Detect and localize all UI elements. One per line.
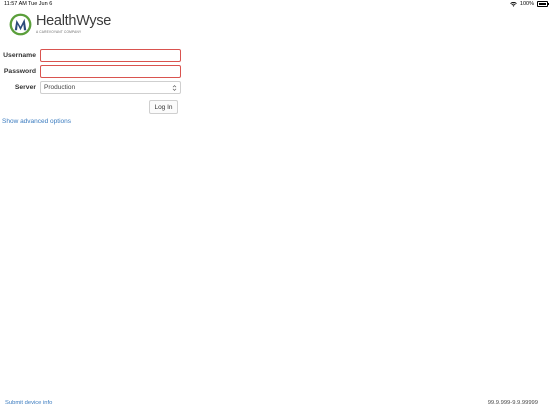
- username-label: Username: [3, 52, 36, 59]
- status-time: 11:57 AM: [4, 1, 27, 7]
- server-selected-value: Production: [44, 84, 76, 91]
- status-right: 100%: [510, 1, 549, 7]
- select-arrows-icon: [172, 85, 177, 91]
- healthwyse-logo: HealthWyse A CAREVOYANT COMPANY: [9, 13, 111, 36]
- login-button[interactable]: Log In: [149, 100, 178, 114]
- submit-device-info-link[interactable]: Submit device info: [5, 400, 52, 406]
- username-input[interactable]: [40, 49, 181, 62]
- logo-name: HealthWyse: [36, 13, 112, 29]
- server-select[interactable]: Production: [40, 81, 181, 94]
- show-advanced-options-link[interactable]: Show advanced options: [2, 118, 71, 125]
- server-label: Server: [14, 84, 36, 91]
- logo-text: HealthWyse A CAREVOYANT COMPANY: [36, 13, 112, 35]
- logo-tagline: A CAREVOYANT COMPANY: [36, 30, 82, 34]
- status-date: Tue Jun 6: [28, 1, 53, 7]
- version-number: 99.9.999-9.9.99999: [487, 400, 538, 406]
- password-label: Password: [3, 68, 36, 75]
- battery-percent: 100%: [519, 1, 534, 7]
- status-bar: 11:57 AM Tue Jun 6 100%: [0, 0, 552, 9]
- login-screen: 11:57 AM Tue Jun 6 100% HealthWyse A CAR…: [0, 0, 552, 414]
- password-input[interactable]: [40, 65, 181, 78]
- battery-icon: [537, 1, 549, 7]
- healthwyse-logo-mark-icon: [9, 13, 32, 36]
- wifi-icon: [510, 1, 517, 7]
